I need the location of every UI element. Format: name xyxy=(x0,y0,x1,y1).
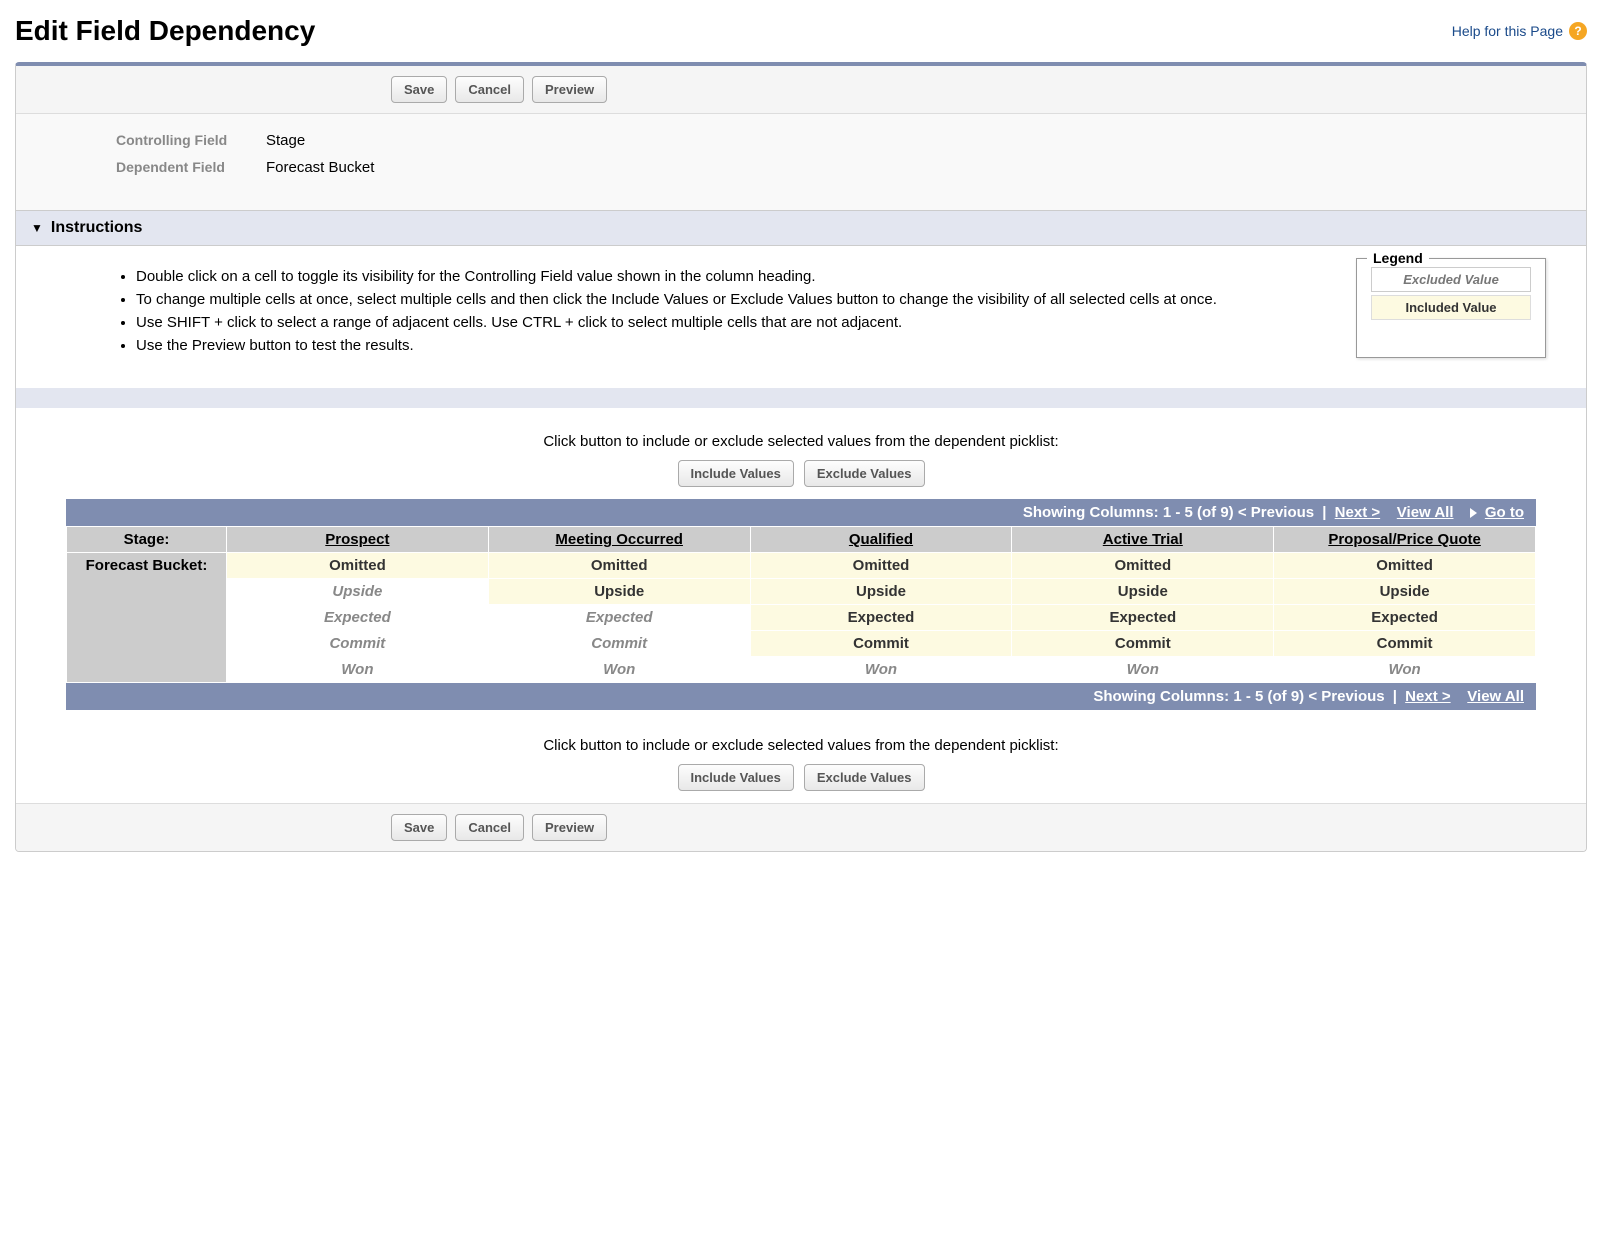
legend-title: Legend xyxy=(1367,250,1429,266)
grid-cell-included[interactable]: Expected xyxy=(1274,605,1536,631)
grid-cell-included[interactable]: Omitted xyxy=(488,553,750,579)
grid-cell-excluded[interactable]: Expected xyxy=(227,605,489,631)
exclude-values-button[interactable]: Exclude Values xyxy=(804,460,925,487)
grid-cell-included[interactable]: Omitted xyxy=(750,553,1012,579)
instruction-item: Use SHIFT + click to select a range of a… xyxy=(136,312,1316,333)
instructions-body: Double click on a cell to toggle its vis… xyxy=(16,246,1586,388)
save-button[interactable]: Save xyxy=(391,76,447,103)
include-values-button[interactable]: Include Values xyxy=(678,460,794,487)
legend-excluded: Excluded Value xyxy=(1371,267,1531,292)
bottom-toolbar: Save Cancel Preview xyxy=(16,803,1586,851)
grid-cell-excluded[interactable]: Won xyxy=(1274,657,1536,683)
grid-cell-excluded[interactable]: Won xyxy=(488,657,750,683)
cancel-button-bottom[interactable]: Cancel xyxy=(455,814,524,841)
goto-arrow-icon xyxy=(1470,508,1477,518)
help-link-label: Help for this Page xyxy=(1452,23,1563,39)
instruction-item: Use the Preview button to test the resul… xyxy=(136,335,1316,356)
grid-wrap: Showing Columns: 1 - 5 (of 9) < Previous… xyxy=(16,499,1586,722)
grid-cell-excluded[interactable]: Upside xyxy=(227,579,489,605)
pagination-prev-disabled: < Previous xyxy=(1238,504,1314,521)
instructions-list: Double click on a cell to toggle its vis… xyxy=(56,266,1316,358)
include-exclude-prompt-bottom: Click button to include or exclude selec… xyxy=(16,737,1586,754)
grid-cell-included[interactable]: Expected xyxy=(1012,605,1274,631)
grid-cell-included[interactable]: Omitted xyxy=(227,553,489,579)
grid-cell-included[interactable]: Omitted xyxy=(1012,553,1274,579)
preview-button[interactable]: Preview xyxy=(532,76,607,103)
grid-column-header[interactable]: Meeting Occurred xyxy=(488,527,750,553)
chevron-down-icon: ▼ xyxy=(31,221,43,235)
grid-cell-excluded[interactable]: Commit xyxy=(488,631,750,657)
help-link[interactable]: Help for this Page ? xyxy=(1452,22,1587,40)
legend-included: Included Value xyxy=(1371,295,1531,320)
grid-column-header[interactable]: Active Trial xyxy=(1012,527,1274,553)
grid-cell-included[interactable]: Upside xyxy=(1012,579,1274,605)
cancel-button[interactable]: Cancel xyxy=(455,76,524,103)
grid-cell-included[interactable]: Upside xyxy=(488,579,750,605)
instruction-item: To change multiple cells at once, select… xyxy=(136,289,1316,310)
grid-column-header[interactable]: Prospect xyxy=(227,527,489,553)
legend-box: Legend Excluded Value Included Value xyxy=(1356,258,1546,358)
field-info: Controlling Field Stage Dependent Field … xyxy=(16,114,1586,210)
grid-dependent-label: Forecast Bucket: xyxy=(67,553,227,683)
grid-column-header[interactable]: Proposal/Price Quote xyxy=(1274,527,1536,553)
grid-cell-included[interactable]: Commit xyxy=(750,631,1012,657)
dependency-grid: Stage:ProspectMeeting OccurredQualifiedA… xyxy=(66,526,1536,683)
include-exclude-prompt: Click button to include or exclude selec… xyxy=(16,433,1586,450)
grid-controlling-label: Stage: xyxy=(67,527,227,553)
pagination-label-bottom: Showing Columns: 1 - 5 (of 9) xyxy=(1093,688,1304,705)
grid-cell-included[interactable]: Upside xyxy=(750,579,1012,605)
pagination-top: Showing Columns: 1 - 5 (of 9) < Previous… xyxy=(66,499,1536,526)
grid-cell-included[interactable]: Commit xyxy=(1012,631,1274,657)
main-panel: Save Cancel Preview Controlling Field St… xyxy=(15,62,1587,852)
instructions-title: Instructions xyxy=(51,219,143,237)
pagination-viewall-link-bottom[interactable]: View All xyxy=(1467,688,1524,705)
include-values-button-bottom[interactable]: Include Values xyxy=(678,764,794,791)
pagination-label: Showing Columns: 1 - 5 (of 9) xyxy=(1023,504,1234,521)
pagination-viewall-link[interactable]: View All xyxy=(1397,504,1454,521)
save-button-bottom[interactable]: Save xyxy=(391,814,447,841)
instructions-header[interactable]: ▼ Instructions xyxy=(16,210,1586,246)
exclude-values-button-bottom[interactable]: Exclude Values xyxy=(804,764,925,791)
grid-cell-excluded[interactable]: Commit xyxy=(227,631,489,657)
grid-cell-included[interactable]: Commit xyxy=(1274,631,1536,657)
pagination-next-link[interactable]: Next > xyxy=(1335,504,1380,521)
pagination-goto-link[interactable]: Go to xyxy=(1485,504,1524,521)
controlling-field-value: Stage xyxy=(266,132,305,149)
pagination-next-link-bottom[interactable]: Next > xyxy=(1405,688,1450,705)
grid-cell-excluded[interactable]: Won xyxy=(1012,657,1274,683)
grid-cell-included[interactable]: Expected xyxy=(750,605,1012,631)
grid-column-header[interactable]: Qualified xyxy=(750,527,1012,553)
dependent-field-value: Forecast Bucket xyxy=(266,159,374,176)
instruction-item: Double click on a cell to toggle its vis… xyxy=(136,266,1316,287)
controlling-field-label: Controlling Field xyxy=(116,132,266,148)
divider xyxy=(16,388,1586,408)
include-exclude-bottom: Click button to include or exclude selec… xyxy=(16,722,1586,803)
help-icon: ? xyxy=(1569,22,1587,40)
page-title: Edit Field Dependency xyxy=(15,15,315,47)
pagination-bottom: Showing Columns: 1 - 5 (of 9) < Previous… xyxy=(66,683,1536,710)
grid-cell-included[interactable]: Omitted xyxy=(1274,553,1536,579)
grid-cell-excluded[interactable]: Won xyxy=(750,657,1012,683)
grid-cell-excluded[interactable]: Expected xyxy=(488,605,750,631)
dependent-field-label: Dependent Field xyxy=(116,159,266,175)
include-exclude-top: Click button to include or exclude selec… xyxy=(16,408,1586,499)
grid-cell-excluded[interactable]: Won xyxy=(227,657,489,683)
preview-button-bottom[interactable]: Preview xyxy=(532,814,607,841)
pagination-prev-disabled-bottom: < Previous xyxy=(1308,688,1384,705)
grid-cell-included[interactable]: Upside xyxy=(1274,579,1536,605)
top-toolbar: Save Cancel Preview xyxy=(16,66,1586,114)
